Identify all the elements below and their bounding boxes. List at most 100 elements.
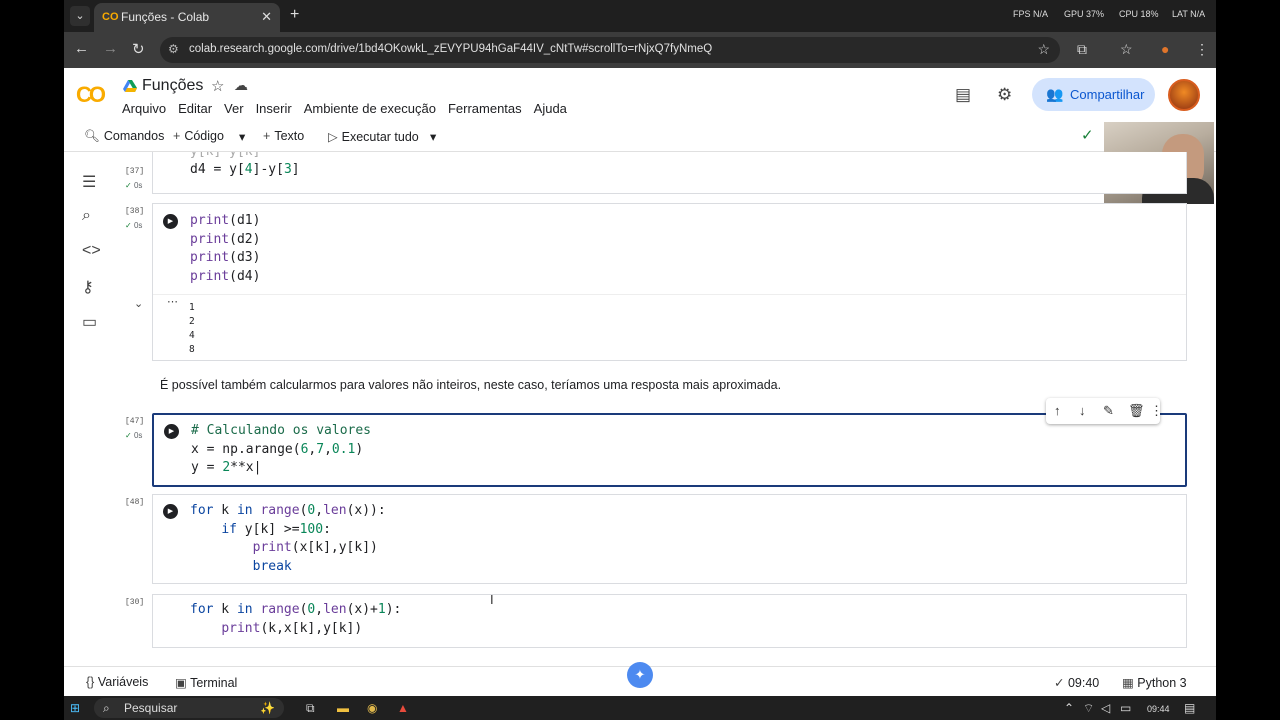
code-cell[interactable]: for k in range(0,len(x)+1): print(k,x[k]… (152, 594, 1187, 648)
taskbar-search-label: Pesquisar (124, 701, 178, 715)
star-icon[interactable]: ☆ (211, 77, 224, 95)
move-up-icon[interactable]: ↑ (1054, 403, 1061, 418)
code-dropdown-icon[interactable]: ▾ (239, 129, 245, 144)
search-icon: 🔍︎ (84, 129, 100, 143)
run-cell-button[interactable]: ▶ (163, 214, 178, 229)
new-tab-button[interactable]: + (290, 6, 299, 24)
menu-arquivo[interactable]: Arquivo (122, 101, 166, 116)
avatar[interactable] (1168, 79, 1200, 111)
cpu-readout: CPU 18% (1119, 9, 1159, 19)
output-actions-icon[interactable]: ⋯ (167, 295, 178, 308)
taskbar-search[interactable] (94, 698, 284, 718)
menu-inserir[interactable]: Inserir (256, 101, 292, 116)
cell-toolbar: ↑ ↓ ✎ 🗑︎ ⋮ (1046, 398, 1163, 424)
address-bar[interactable]: ⚙ colab.research.google.com/drive/1bd4OK… (160, 37, 1060, 63)
menu-ver[interactable]: Ver (224, 101, 244, 116)
add-code-button[interactable]: + Código (173, 129, 224, 143)
menu-editar[interactable]: Editar (178, 101, 212, 116)
exec-count: [30] (125, 598, 145, 607)
share-button[interactable]: 👥 Compartilhar (1032, 78, 1155, 111)
menu-ferramentas[interactable]: Ferramentas (448, 101, 522, 116)
colab-logo[interactable]: CO (76, 82, 106, 108)
cell-code: for k in range(0,len(x)+1): print(k,x[k]… (190, 602, 402, 636)
connected-check-icon[interactable]: ✓ (1081, 126, 1094, 144)
output-line: 2 (189, 316, 195, 327)
output-line: 1 (189, 302, 195, 313)
lat-readout: LAT N/A (1172, 9, 1206, 19)
screen: ⌄ CO Funções - Colab ✕ + FPS N/A GPU 37%… (0, 0, 1280, 720)
tab-close-icon[interactable]: ✕ (261, 9, 272, 25)
runtime-indicator[interactable]: ▦ Python 3 (1122, 675, 1187, 690)
table-of-contents-icon[interactable]: ☰ (82, 172, 96, 192)
back-arrow-icon[interactable]: ← (74, 40, 89, 57)
last-run-time[interactable]: ✓ 09:40 (1054, 675, 1099, 690)
more-options-icon[interactable]: ⋮ (1150, 403, 1163, 419)
menu-ajuda[interactable]: Ajuda (534, 101, 567, 116)
secrets-key-icon[interactable]: ⚷ (82, 277, 94, 297)
browser-menu-icon[interactable]: ⋮ (1195, 41, 1209, 58)
move-down-icon[interactable]: ↓ (1079, 403, 1086, 418)
cloud-sync-icon[interactable]: ☁ (234, 77, 248, 94)
file-explorer-icon[interactable]: ▬ (337, 701, 349, 715)
tab-title: Funções - Colab (121, 10, 210, 24)
code-cell[interactable]: y[k]-y[k] d4 = y[4]-y[3] (152, 152, 1187, 194)
run-all-dropdown-icon[interactable]: ▾ (430, 129, 436, 144)
settings-gear-icon[interactable]: ⚙ (997, 85, 1012, 105)
command-bar: 🔍︎ Comandos + Código ▾ + Texto ▷ Executar tu… (64, 120, 1216, 152)
cell-code: d4 = y[4]-y[3] (190, 162, 300, 177)
pdf-reader-icon[interactable]: ▲ (397, 701, 409, 715)
run-cell-button[interactable]: ▶ (163, 504, 178, 519)
delete-trash-icon[interactable]: 🗑︎ (1128, 403, 1145, 419)
comments-icon[interactable]: ▤ (955, 85, 971, 105)
gemini-icon[interactable]: ✦ (627, 662, 653, 688)
notebook-title[interactable]: Funções (142, 77, 203, 95)
chrome-icon[interactable]: ◉ (367, 701, 377, 715)
exec-count: [37] (125, 167, 145, 176)
battery-icon[interactable]: ▭ (1120, 701, 1131, 715)
gpu-readout: GPU 37% (1064, 9, 1105, 19)
menu-bar: Arquivo Editar Ver Inserir Ambiente de e… (122, 101, 567, 116)
volume-icon[interactable]: ◁ (1101, 701, 1110, 715)
code-cell[interactable]: ▶ for k in range(0,len(x)): if y[k] >=10… (152, 494, 1187, 584)
active-code-cell[interactable]: ▶ # Calculando os valores x = np.arange(… (152, 413, 1187, 487)
tab-search-button[interactable]: ⌄ (70, 6, 90, 26)
commands-button[interactable]: 🔍︎ Comandos (84, 129, 164, 144)
variables-button[interactable]: {} Variáveis (86, 675, 148, 689)
network-icon[interactable]: ⌔ (1083, 701, 1094, 716)
notifications-icon[interactable]: ▤ (1184, 701, 1195, 715)
files-folder-icon[interactable]: ▭ (82, 312, 97, 332)
reload-icon[interactable]: ↻ (132, 40, 145, 58)
share-label: Compartilhar (1070, 87, 1145, 102)
terminal-button[interactable]: ▣ Terminal (175, 675, 237, 690)
output-line: 4 (189, 330, 195, 341)
bookmarks-icon[interactable]: ☆ (1120, 41, 1133, 58)
tray-chevron-icon[interactable]: ⌃ (1064, 701, 1074, 715)
output-line: 8 (189, 344, 195, 355)
people-icon: 👥 (1046, 86, 1064, 102)
forward-arrow-icon[interactable]: → (103, 40, 118, 57)
profile-icon[interactable]: ● (1161, 41, 1169, 57)
task-view-icon[interactable]: ⧉ (306, 701, 315, 716)
site-info-icon[interactable]: ⚙ (168, 42, 179, 56)
collapse-output-icon[interactable]: ⌄ (134, 297, 143, 310)
browser-tab[interactable]: CO Funções - Colab ✕ (94, 3, 280, 32)
left-rail: ☰ ⌕ <> ⚷ ▭ (64, 152, 120, 662)
find-replace-icon[interactable]: ⌕ (82, 207, 91, 225)
bookmark-star-icon[interactable]: ☆ (1037, 41, 1050, 58)
copilot-sparkle-icon: ✨ (260, 701, 275, 715)
extensions-icon[interactable]: ⧉ (1077, 41, 1087, 58)
exec-time: ✓ 0s (125, 221, 143, 230)
code-snippets-icon[interactable]: <> (82, 242, 101, 260)
add-text-button[interactable]: + Texto (263, 129, 304, 143)
drive-icon (123, 80, 137, 92)
edit-pencil-icon[interactable]: ✎ (1103, 403, 1114, 419)
taskbar-clock[interactable]: 09:44 (1147, 704, 1170, 714)
run-cell-button[interactable]: ▶ (164, 424, 179, 439)
windows-start-icon[interactable]: ⊞ (70, 701, 80, 715)
menu-ambiente[interactable]: Ambiente de execução (304, 101, 436, 116)
markdown-text[interactable]: É possível também calcularmos para valor… (160, 378, 781, 392)
colab-page: CO Funções ☆ ☁ Arquivo Editar Ver Inseri… (64, 68, 1216, 696)
code-cell[interactable]: ▶ print(d1) print(d2) print(d3) print(d4… (152, 203, 1187, 361)
exec-count: [38] (125, 207, 145, 216)
run-all-button[interactable]: ▷ Executar tudo (328, 129, 419, 144)
